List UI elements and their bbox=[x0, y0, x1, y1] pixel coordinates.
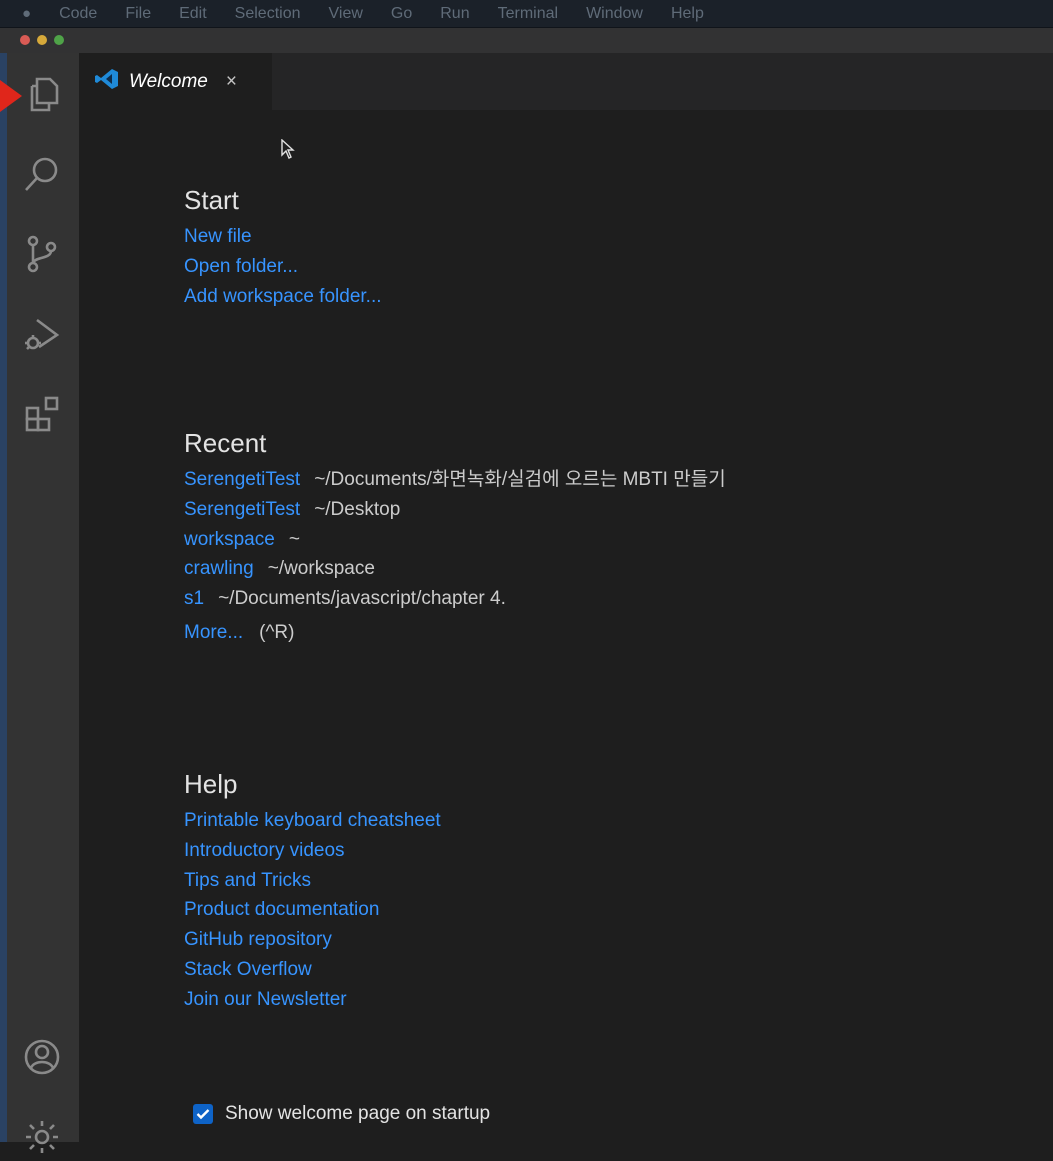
tab-welcome[interactable]: Welcome × bbox=[79, 53, 272, 110]
recent-item: crawling ~/workspace bbox=[184, 554, 726, 584]
search-icon[interactable] bbox=[18, 150, 66, 198]
explorer-icon[interactable] bbox=[18, 70, 66, 118]
window-edge bbox=[0, 53, 7, 1142]
stack-overflow-link[interactable]: Stack Overflow bbox=[184, 955, 441, 985]
menu-go[interactable]: Go bbox=[391, 5, 412, 23]
recent-item-link[interactable]: SerengetiTest bbox=[184, 499, 300, 520]
recent-item-link[interactable]: crawling bbox=[184, 558, 254, 579]
recent-item: workspace ~ bbox=[184, 525, 726, 555]
recent-item-path: ~ bbox=[288, 528, 300, 550]
tips-and-tricks-link[interactable]: Tips and Tricks bbox=[184, 866, 441, 896]
recent-heading: Recent bbox=[184, 428, 267, 458]
show-welcome-label: Show welcome page on startup bbox=[225, 1103, 491, 1124]
checkmark-icon bbox=[196, 1109, 210, 1120]
recent-item: SerengetiTest ~/Documents/화면녹화/실검에 오르는 MB… bbox=[184, 465, 726, 495]
zoom-window-button[interactable] bbox=[54, 35, 64, 45]
help-section: Help Printable keyboard cheatsheet Intro… bbox=[184, 769, 441, 1015]
editor-tab-bar: Welcome × bbox=[79, 53, 1053, 110]
github-repository-link[interactable]: GitHub repository bbox=[184, 925, 441, 955]
open-folder-link[interactable]: Open folder... bbox=[184, 252, 382, 282]
activity-bar bbox=[7, 53, 79, 1153]
menu-help[interactable]: Help bbox=[671, 5, 704, 23]
run-debug-icon[interactable] bbox=[18, 310, 66, 358]
menu-code[interactable]: Code bbox=[59, 5, 97, 23]
show-welcome-on-startup: Show welcome page on startup bbox=[193, 1103, 490, 1125]
menu-window[interactable]: Window bbox=[586, 5, 643, 23]
mac-menu-bar: ● Code File Edit Selection View Go Run T… bbox=[0, 0, 1053, 28]
source-control-icon[interactable] bbox=[18, 230, 66, 278]
red-pointer-arrow bbox=[0, 80, 22, 112]
newsletter-link[interactable]: Join our Newsletter bbox=[184, 985, 441, 1015]
recent-item-link[interactable]: SerengetiTest bbox=[184, 469, 300, 490]
menu-file[interactable]: File bbox=[125, 5, 151, 23]
more-recent-row: More... (^R) bbox=[184, 618, 726, 648]
window-title-bar bbox=[0, 28, 1053, 53]
recent-section: Recent SerengetiTest ~/Documents/화면녹화/실검에… bbox=[184, 428, 726, 648]
product-documentation-link[interactable]: Product documentation bbox=[184, 895, 441, 925]
tab-title: Welcome bbox=[129, 70, 208, 92]
show-welcome-checkbox[interactable] bbox=[193, 1104, 213, 1124]
close-icon[interactable]: × bbox=[226, 71, 237, 93]
menu-edit[interactable]: Edit bbox=[179, 5, 207, 23]
add-workspace-folder-link[interactable]: Add workspace folder... bbox=[184, 282, 382, 312]
start-section: Start New file Open folder... Add worksp… bbox=[184, 185, 382, 311]
more-recent-shortcut: (^R) bbox=[259, 621, 295, 643]
mouse-cursor-icon bbox=[281, 138, 295, 164]
menu-selection[interactable]: Selection bbox=[235, 5, 301, 23]
menu-run[interactable]: Run bbox=[440, 5, 469, 23]
extensions-icon[interactable] bbox=[18, 390, 66, 438]
menu-terminal[interactable]: Terminal bbox=[498, 5, 558, 23]
recent-item-link[interactable]: workspace bbox=[184, 529, 275, 550]
close-window-button[interactable] bbox=[20, 35, 30, 45]
introductory-videos-link[interactable]: Introductory videos bbox=[184, 836, 441, 866]
start-heading: Start bbox=[184, 185, 239, 215]
recent-item-path: ~/Documents/화면녹화/실검에 오르는 MBTI 만들기 bbox=[314, 469, 726, 490]
new-file-link[interactable]: New file bbox=[184, 222, 382, 252]
recent-item: s1 ~/Documents/javascript/chapter 4. bbox=[184, 584, 726, 614]
recent-item-link[interactable]: s1 bbox=[184, 588, 204, 609]
more-recent-link[interactable]: More... bbox=[184, 622, 243, 643]
account-icon[interactable] bbox=[18, 1033, 66, 1081]
recent-item-path: ~/Documents/javascript/chapter 4. bbox=[218, 588, 506, 610]
help-heading: Help bbox=[184, 769, 238, 799]
recent-item-path: ~/workspace bbox=[267, 558, 375, 580]
minimize-window-button[interactable] bbox=[37, 35, 47, 45]
recent-item-path: ~/Desktop bbox=[314, 498, 401, 520]
menu-view[interactable]: View bbox=[329, 5, 363, 23]
apple-icon[interactable]: ● bbox=[22, 5, 31, 22]
keyboard-cheatsheet-link[interactable]: Printable keyboard cheatsheet bbox=[184, 806, 441, 836]
settings-gear-icon[interactable] bbox=[18, 1113, 66, 1161]
recent-item: SerengetiTest ~/Desktop bbox=[184, 495, 726, 525]
welcome-page: Start New file Open folder... Add worksp… bbox=[79, 110, 1053, 1142]
vscode-logo-icon bbox=[95, 68, 119, 95]
